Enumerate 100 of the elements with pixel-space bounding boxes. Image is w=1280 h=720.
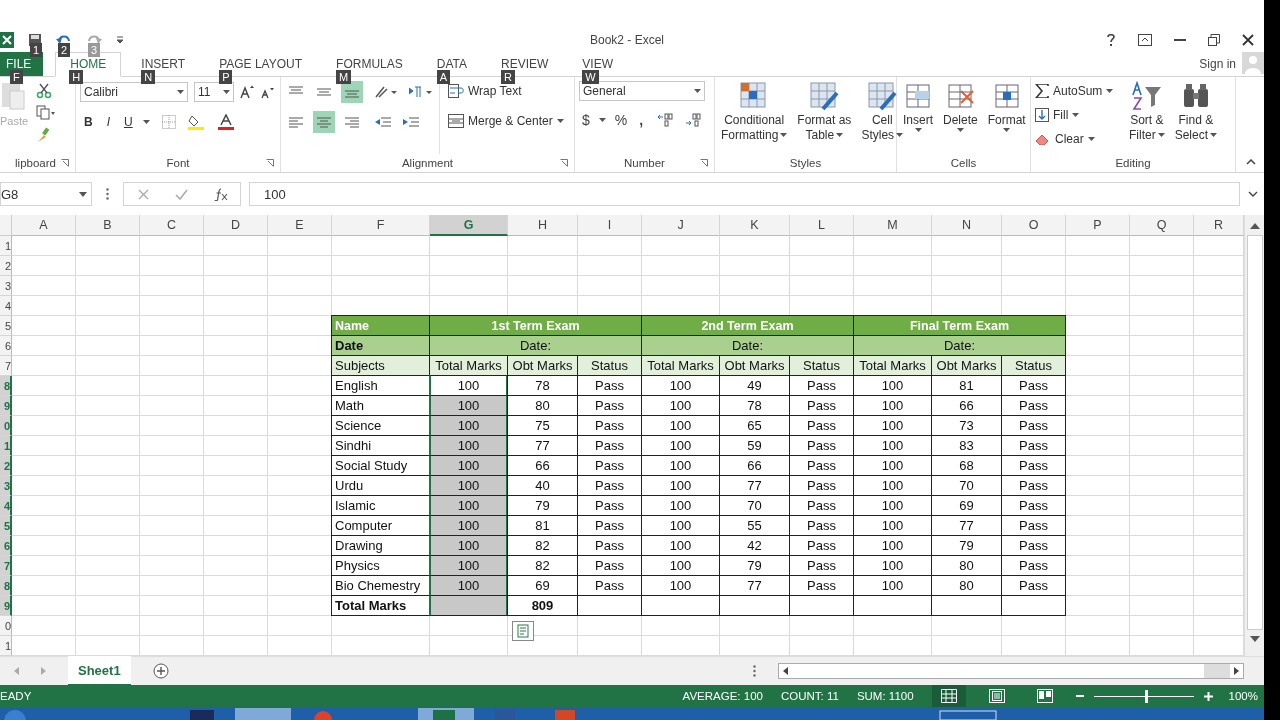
status-stat[interactable]: AVERAGE: 100 [682,690,763,702]
underline-button[interactable]: U [120,114,137,129]
column-header[interactable]: I [578,215,642,237]
dialog-launcher-icon[interactable] [266,159,274,168]
sheet-tab[interactable]: Sheet1 [68,656,131,686]
scroll-right-icon[interactable] [1234,667,1239,676]
font-size-field[interactable]: 11 [194,81,234,102]
add-sheet-icon[interactable] [152,663,169,680]
column-header[interactable]: O [1002,215,1066,237]
row-header[interactable]: 1 [0,636,12,657]
scroll-left-icon[interactable] [783,667,788,676]
grow-font-icon[interactable] [240,84,254,99]
percent-button[interactable]: % [611,111,631,128]
column-header[interactable]: H [508,215,578,237]
status-stat[interactable]: COUNT: 11 [780,690,839,702]
row-header[interactable]: 1 [0,436,12,457]
normal-view-button[interactable] [931,685,966,707]
scrollbar-thumb[interactable] [1246,235,1263,631]
column-header[interactable]: R [1194,215,1244,237]
column-header[interactable]: L [790,215,854,237]
row-header[interactable]: 4 [0,296,12,317]
dialog-launcher-icon[interactable] [61,159,69,168]
column-header[interactable]: N [932,215,1002,237]
column-header[interactable]: E [268,215,332,237]
italic-button[interactable]: I [102,114,114,129]
close-icon[interactable] [1242,33,1254,46]
scroll-down-icon[interactable] [1249,636,1260,643]
font-color-icon[interactable] [217,113,234,130]
expand-formula-bar-icon[interactable] [1248,191,1258,198]
row-header[interactable]: 6 [0,536,12,557]
restore-icon[interactable] [1208,33,1220,46]
dialog-launcher-icon[interactable] [700,159,708,168]
row-header[interactable]: 9 [0,396,12,417]
fill-color-icon[interactable] [187,113,206,130]
orientation-icon[interactable] [375,84,397,99]
zoom-slider-thumb[interactable] [1144,689,1148,703]
row-header[interactable]: 8 [0,376,12,397]
caret-icon[interactable] [598,117,606,122]
clear-button[interactable]: Clear [1035,128,1121,149]
row-header[interactable]: 2 [0,456,12,477]
customize-caret-icon[interactable] [116,35,124,44]
scrollbar-thumb[interactable] [1204,664,1230,679]
currency-button[interactable]: $ [579,111,593,128]
insert-function-icon[interactable] [214,187,228,201]
column-header[interactable]: K [720,215,790,237]
text-direction-icon[interactable] [409,84,433,99]
name-box[interactable]: G8 [0,182,92,207]
scroll-up-icon[interactable] [1249,223,1260,230]
caret-icon[interactable] [142,119,150,124]
row-header[interactable]: 1 [0,236,12,257]
dialog-launcher-icon[interactable] [560,159,568,168]
row-header[interactable]: 7 [0,556,12,577]
number-format-field[interactable]: General [579,80,705,101]
sign-in-link[interactable]: Sign in [1199,56,1236,71]
horizontal-scrollbar[interactable] [778,663,1244,680]
formula-input[interactable]: 100 [249,182,1240,207]
decrease-decimal-icon[interactable] [686,112,703,127]
column-header[interactable]: B [76,215,140,237]
horizontal-align-button[interactable] [313,110,335,133]
increase-decimal-icon[interactable] [658,112,675,127]
row-header[interactable]: 8 [0,576,12,597]
column-header[interactable]: D [204,215,268,237]
sort-filter-button[interactable]: Sort & Filter [1127,80,1167,155]
delete-cells-button[interactable]: Delete [941,80,980,155]
zoom-level[interactable]: 100% [1228,690,1258,702]
bold-button[interactable]: B [80,114,97,129]
merge-center-button[interactable]: Merge & Center [448,110,564,131]
row-header[interactable]: 7 [0,356,12,377]
row-header[interactable]: 4 [0,496,12,517]
splitter-icon[interactable] [753,665,756,678]
row-header[interactable]: 2 [0,256,12,277]
font-name-field[interactable]: Calibri [80,81,188,102]
ribbon-display-icon[interactable] [1138,33,1152,46]
conditional-formatting-button[interactable]: Conditional Formatting [719,80,790,155]
row-header[interactable]: 9 [0,596,12,617]
column-header[interactable]: P [1066,215,1130,237]
column-header[interactable]: G [430,215,508,237]
collapse-ribbon-icon[interactable] [1246,159,1256,166]
format-as-table-button[interactable]: Format as Table [795,80,854,155]
column-header[interactable]: C [140,215,204,237]
status-stat[interactable]: SUM: 1100 [856,690,914,702]
increase-indent-icon[interactable] [403,115,419,128]
row-header[interactable]: 0 [0,416,12,437]
row-header[interactable]: 3 [0,276,12,297]
format-cells-button[interactable]: Format [985,80,1028,155]
decrease-indent-icon[interactable] [375,115,391,128]
fill-button[interactable]: Fill [1035,104,1121,125]
column-header[interactable]: M [854,215,932,237]
row-header[interactable]: 0 [0,616,12,637]
row-header[interactable]: 3 [0,476,12,497]
autosum-button[interactable]: AutoSum [1035,80,1121,101]
vertical-scrollbar[interactable] [1244,215,1264,657]
row-header[interactable]: 6 [0,336,12,357]
more-icon[interactable] [106,188,109,201]
copy-icon[interactable] [36,104,57,121]
find-select-button[interactable]: Find & Select [1172,80,1220,155]
column-header[interactable]: Q [1130,215,1194,237]
cut-icon[interactable] [36,82,53,99]
column-header[interactable]: A [12,215,76,237]
column-header[interactable]: J [642,215,720,237]
